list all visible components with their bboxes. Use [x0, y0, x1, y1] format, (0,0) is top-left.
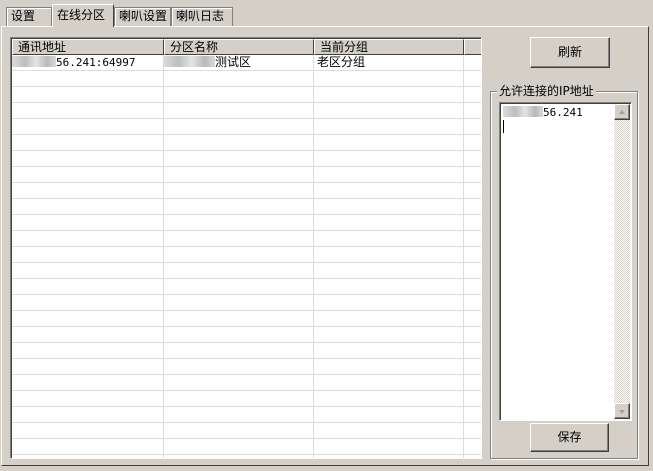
grid-line	[463, 55, 464, 458]
column-label: 当前分组	[320, 40, 369, 54]
column-header-filler	[464, 39, 481, 55]
tab-online-zones[interactable]: 在线分区	[52, 4, 114, 27]
column-label: 通讯地址	[18, 40, 67, 54]
cell-current-group: 老区分组	[313, 55, 463, 70]
refresh-button-label: 刷新	[557, 45, 582, 59]
allowed-ip-label: 允许连接的IP地址	[497, 84, 596, 98]
redacted-mark	[163, 56, 215, 67]
zone-list[interactable]: 通讯地址 分区名称 当前分组 56.241:64997 测试区 老区分组	[10, 37, 482, 459]
column-header-address[interactable]: 通讯地址	[12, 39, 164, 55]
refresh-button[interactable]: 刷新	[530, 37, 610, 68]
scroll-up-button[interactable]	[614, 104, 630, 120]
grid-line	[313, 55, 314, 458]
cell-zone-name-text: 测试区	[215, 55, 252, 69]
allowed-ip-entry: 56.241	[503, 106, 583, 119]
grid-line	[163, 55, 164, 458]
memo-scrollbar[interactable]	[614, 104, 630, 419]
tab-strip: 设置 在线分区 喇叭设置 喇叭日志	[0, 0, 653, 28]
allowed-ip-textarea[interactable]: 56.241	[499, 102, 632, 421]
column-label: 分区名称	[170, 40, 219, 54]
tab-label: 喇叭设置	[119, 9, 168, 23]
text-caret	[503, 120, 504, 133]
column-header-current-group[interactable]: 当前分组	[314, 39, 464, 55]
allowed-ip-entry-text: 56.241	[543, 106, 583, 119]
cell-zone-name: 测试区	[163, 55, 313, 70]
redacted-mark	[503, 106, 543, 117]
cell-address-text: 56.241:64997	[56, 56, 136, 69]
arrow-down-icon	[619, 410, 625, 414]
tab-settings[interactable]: 设置	[6, 7, 52, 26]
arrow-up-icon	[619, 110, 625, 114]
column-header-zone-name[interactable]: 分区名称	[164, 39, 314, 55]
save-button-label: 保存	[557, 430, 582, 444]
zone-list-header: 通讯地址 分区名称 当前分组	[12, 39, 481, 55]
allowed-ip-group: 允许连接的IP地址 56.241	[490, 84, 638, 459]
cell-current-group-text: 老区分组	[317, 55, 366, 69]
tab-label: 设置	[11, 9, 36, 23]
scroll-down-button[interactable]	[614, 403, 630, 419]
table-row[interactable]: 56.241:64997 测试区 老区分组	[12, 55, 481, 70]
save-button[interactable]: 保存	[530, 423, 609, 452]
tab-speaker-log[interactable]: 喇叭日志	[171, 7, 233, 26]
redacted-mark	[12, 56, 56, 67]
cell-address: 56.241:64997	[12, 55, 163, 70]
zone-list-body: 56.241:64997 测试区 老区分组	[12, 55, 481, 458]
tab-label: 喇叭日志	[176, 9, 225, 23]
tab-speaker-settings[interactable]: 喇叭设置	[114, 7, 171, 26]
tab-label: 在线分区	[57, 8, 106, 22]
